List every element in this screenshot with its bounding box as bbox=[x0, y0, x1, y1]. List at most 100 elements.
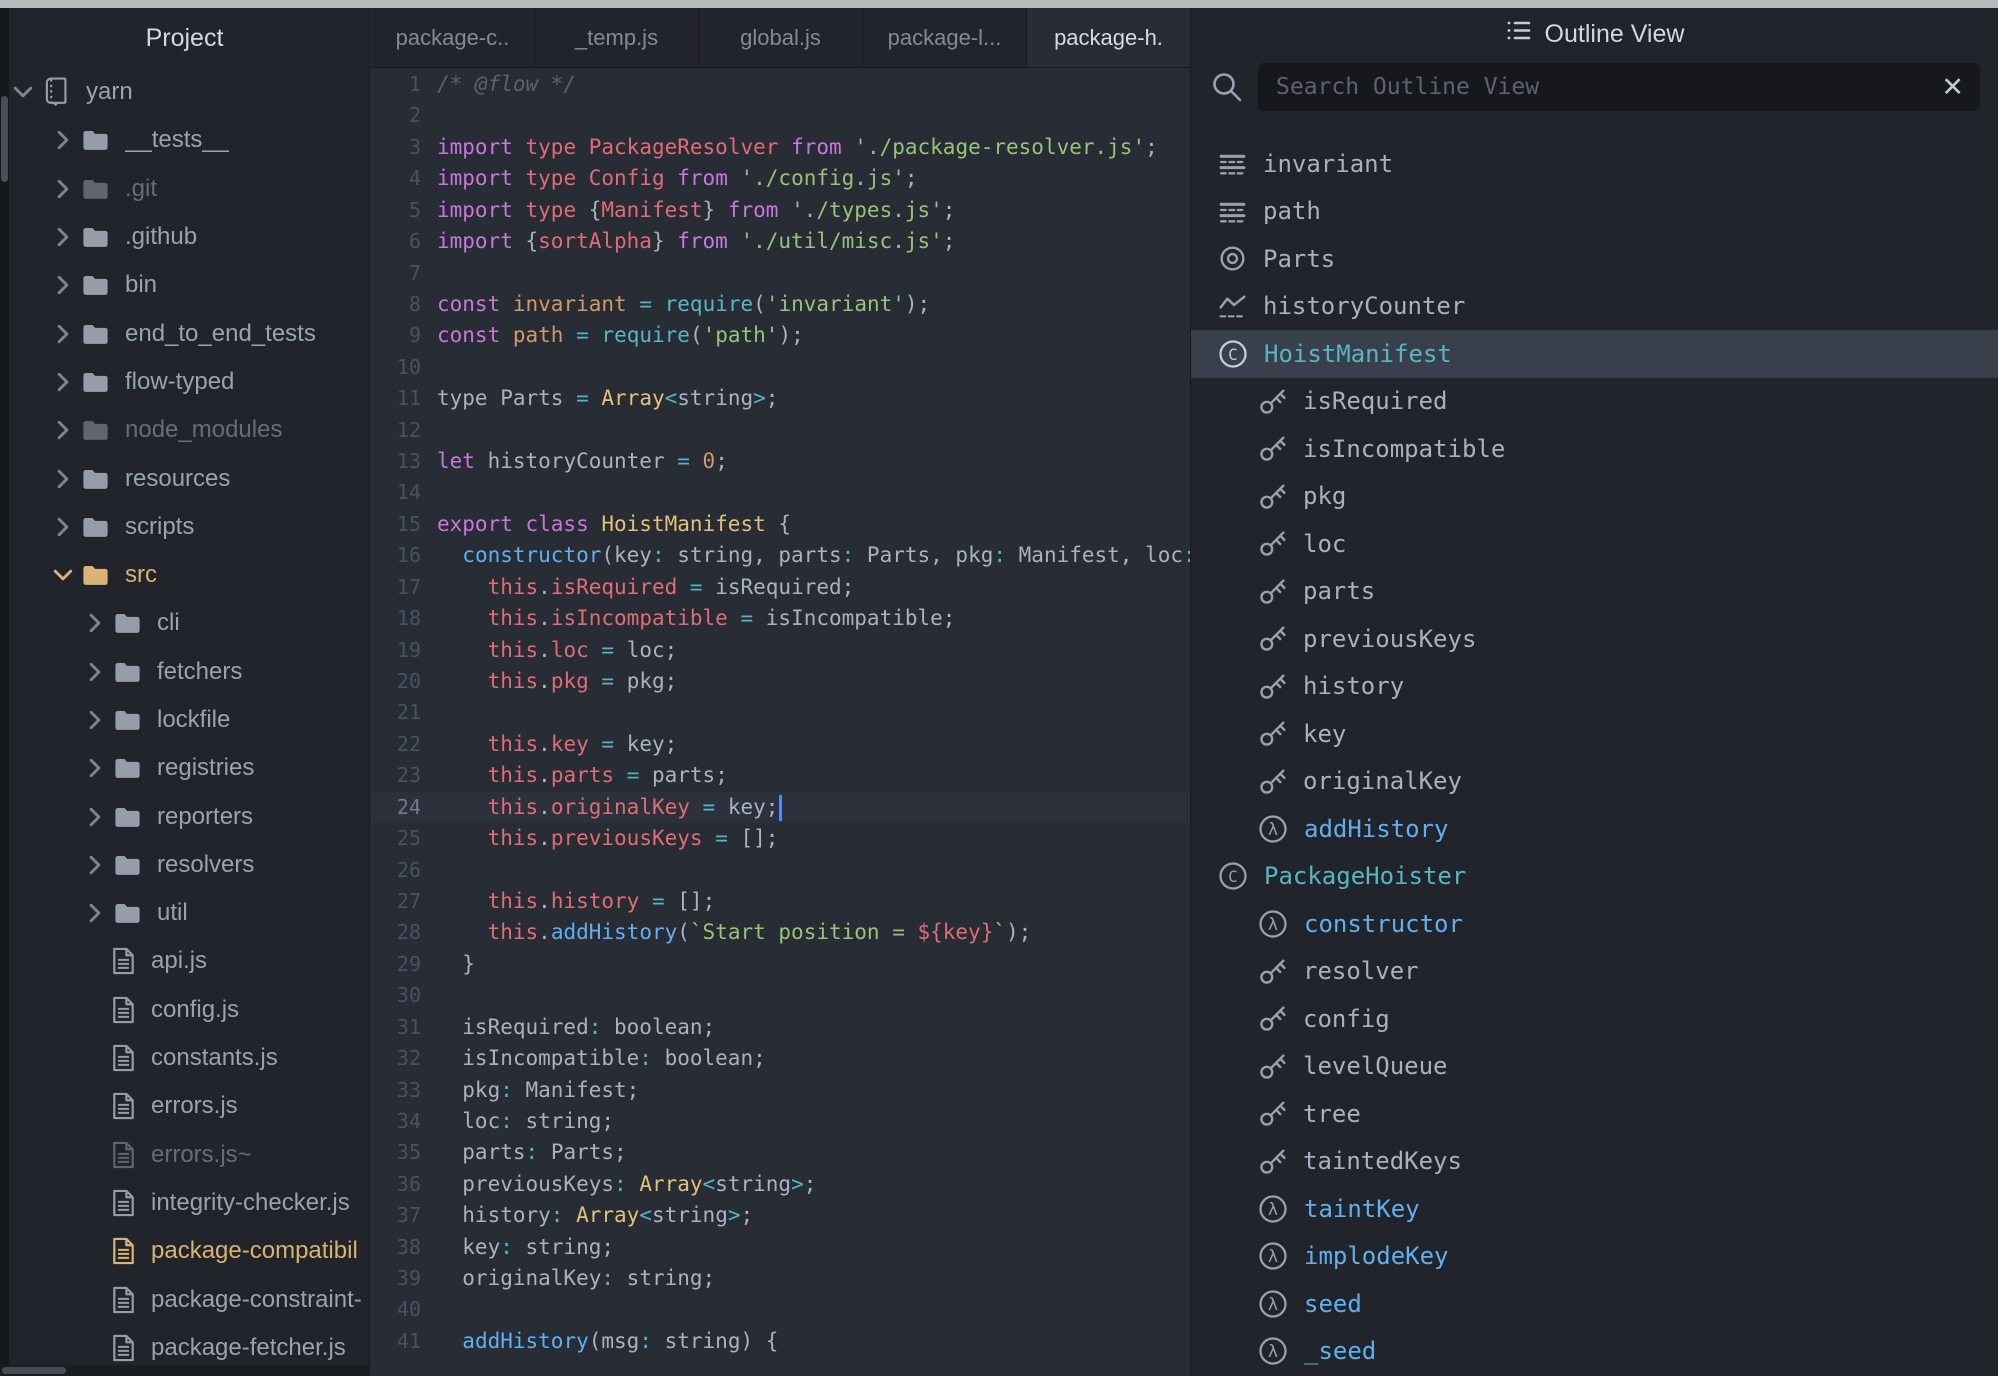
code-line-39[interactable]: 39 originalKey: string; bbox=[371, 1263, 1190, 1294]
outline-item-Parts[interactable]: Parts bbox=[1191, 235, 1998, 283]
outline-item-addHistory[interactable]: λaddHistory bbox=[1191, 805, 1998, 853]
code-line-15[interactable]: 15export class HoistManifest { bbox=[371, 509, 1190, 540]
chevron-right-icon[interactable] bbox=[88, 758, 103, 778]
outline-search-box[interactable]: ✕ bbox=[1258, 63, 1980, 111]
chevron-right-icon[interactable] bbox=[88, 855, 103, 875]
code-line-12[interactable]: 12 bbox=[371, 415, 1190, 446]
code-line-10[interactable]: 10 bbox=[371, 352, 1190, 383]
tree-item-scripts[interactable]: scripts bbox=[0, 503, 369, 551]
code-line-11[interactable]: 11type Parts = Array<string>; bbox=[371, 383, 1190, 414]
chevron-right-icon[interactable] bbox=[56, 227, 71, 247]
tree-item-cli[interactable]: cli bbox=[0, 599, 369, 647]
outline-item-originalKey[interactable]: originalKey bbox=[1191, 758, 1998, 806]
outline-search-input[interactable] bbox=[1274, 73, 1941, 101]
chevron-right-icon[interactable] bbox=[56, 179, 71, 199]
code-line-17[interactable]: 17 this.isRequired = isRequired; bbox=[371, 572, 1190, 603]
tree-horizontal-scrollbar[interactable] bbox=[0, 1365, 369, 1376]
outline-item-historyCounter[interactable]: historyCounter bbox=[1191, 283, 1998, 331]
outline-item-invariant[interactable]: invariant bbox=[1191, 140, 1998, 188]
tree-item-util[interactable]: util bbox=[0, 889, 369, 937]
code-line-38[interactable]: 38 key: string; bbox=[371, 1232, 1190, 1263]
code-line-30[interactable]: 30 bbox=[371, 980, 1190, 1011]
code-line-31[interactable]: 31 isRequired: boolean; bbox=[371, 1012, 1190, 1043]
code-line-37[interactable]: 37 history: Array<string>; bbox=[371, 1200, 1190, 1231]
tree-item-errors.js[interactable]: errors.js bbox=[0, 1082, 369, 1130]
chevron-right-icon[interactable] bbox=[56, 420, 71, 440]
tree-item-api.js[interactable]: api.js bbox=[0, 937, 369, 985]
code-line-22[interactable]: 22 this.key = key; bbox=[371, 729, 1190, 760]
code-line-3[interactable]: 3import type PackageResolver from './pac… bbox=[371, 132, 1190, 163]
code-line-20[interactable]: 20 this.pkg = pkg; bbox=[371, 666, 1190, 697]
tree-item-fetchers[interactable]: fetchers bbox=[0, 648, 369, 696]
tree-item-yarn[interactable]: yarn bbox=[0, 68, 369, 116]
code-line-13[interactable]: 13let historyCounter = 0; bbox=[371, 446, 1190, 477]
outline-item-resolver[interactable]: resolver bbox=[1191, 948, 1998, 996]
chevron-right-icon[interactable] bbox=[56, 517, 71, 537]
tree-item-constants.js[interactable]: constants.js bbox=[0, 1034, 369, 1082]
tree-hscrollbar-thumb[interactable] bbox=[2, 1367, 66, 1374]
outline-item-loc[interactable]: loc bbox=[1191, 520, 1998, 568]
outline-item-taintKey[interactable]: λtaintKey bbox=[1191, 1185, 1998, 1233]
code-line-18[interactable]: 18 this.isIncompatible = isIncompatible; bbox=[371, 603, 1190, 634]
tree-item-.git[interactable]: .git bbox=[0, 165, 369, 213]
code-line-36[interactable]: 36 previousKeys: Array<string>; bbox=[371, 1169, 1190, 1200]
tree-item-.github[interactable]: .github bbox=[0, 213, 369, 261]
tree-item-package-constraint-[interactable]: package-constraint- bbox=[0, 1275, 369, 1323]
code-line-27[interactable]: 27 this.history = []; bbox=[371, 886, 1190, 917]
tree-item-__tests__[interactable]: __tests__ bbox=[0, 116, 369, 164]
code-line-33[interactable]: 33 pkg: Manifest; bbox=[371, 1075, 1190, 1106]
chevron-down-icon[interactable] bbox=[16, 82, 31, 102]
code-line-9[interactable]: 9const path = require('path'); bbox=[371, 320, 1190, 351]
tree-item-config.js[interactable]: config.js bbox=[0, 986, 369, 1034]
tree-item-resources[interactable]: resources bbox=[0, 454, 369, 502]
outline-item-tree[interactable]: tree bbox=[1191, 1090, 1998, 1138]
outline-item-isRequired[interactable]: isRequired bbox=[1191, 378, 1998, 426]
chevron-right-icon[interactable] bbox=[56, 469, 71, 489]
chevron-right-icon[interactable] bbox=[88, 662, 103, 682]
tree-item-errors.js[interactable]: errors.js~ bbox=[0, 1131, 369, 1179]
tab-_temp.js[interactable]: _temp.js bbox=[535, 8, 699, 67]
chevron-right-icon[interactable] bbox=[56, 130, 71, 150]
outline-item-constructor[interactable]: λconstructor bbox=[1191, 900, 1998, 948]
code-line-6[interactable]: 6import {sortAlpha} from './util/misc.js… bbox=[371, 226, 1190, 257]
tree-item-flow-typed[interactable]: flow-typed bbox=[0, 358, 369, 406]
tree-item-end_to_end_tests[interactable]: end_to_end_tests bbox=[0, 309, 369, 357]
outline-item-path[interactable]: path bbox=[1191, 188, 1998, 236]
clear-search-icon[interactable]: ✕ bbox=[1941, 74, 1964, 101]
outline-item-HoistManifest[interactable]: CHoistManifest bbox=[1191, 330, 1998, 378]
chevron-right-icon[interactable] bbox=[88, 710, 103, 730]
outline-item-implodeKey[interactable]: λimplodeKey bbox=[1191, 1233, 1998, 1281]
tree-item-package-compatibil[interactable]: package-compatibil bbox=[0, 1227, 369, 1275]
code-line-21[interactable]: 21 bbox=[371, 697, 1190, 728]
chevron-right-icon[interactable] bbox=[56, 275, 71, 295]
tab-package-c..[interactable]: package-c.. bbox=[371, 8, 535, 67]
tree-item-node_modules[interactable]: node_modules bbox=[0, 406, 369, 454]
code-line-40[interactable]: 40 bbox=[371, 1294, 1190, 1325]
outline-item-config[interactable]: config bbox=[1191, 995, 1998, 1043]
outline-item-history[interactable]: history bbox=[1191, 663, 1998, 711]
code-line-35[interactable]: 35 parts: Parts; bbox=[371, 1137, 1190, 1168]
code-line-29[interactable]: 29 } bbox=[371, 949, 1190, 980]
tree-item-integrity-checker.js[interactable]: integrity-checker.js bbox=[0, 1179, 369, 1227]
tab-package-h.[interactable]: package-h. bbox=[1027, 8, 1190, 67]
chevron-right-icon[interactable] bbox=[56, 372, 71, 392]
outline-item-parts[interactable]: parts bbox=[1191, 568, 1998, 616]
tab-package-l...[interactable]: package-l... bbox=[863, 8, 1027, 67]
code-line-8[interactable]: 8const invariant = require('invariant'); bbox=[371, 289, 1190, 320]
tree-vertical-scrollbar-thumb[interactable] bbox=[1, 96, 8, 182]
tree-item-registries[interactable]: registries bbox=[0, 744, 369, 792]
tree-item-resolvers[interactable]: resolvers bbox=[0, 841, 369, 889]
code-line-23[interactable]: 23 this.parts = parts; bbox=[371, 760, 1190, 791]
outline-item-seed[interactable]: λseed bbox=[1191, 1280, 1998, 1328]
tab-global.js[interactable]: global.js bbox=[699, 8, 863, 67]
chevron-down-icon[interactable] bbox=[56, 565, 71, 585]
outline-item-previousKeys[interactable]: previousKeys bbox=[1191, 615, 1998, 663]
code-line-34[interactable]: 34 loc: string; bbox=[371, 1106, 1190, 1137]
code-line-32[interactable]: 32 isIncompatible: boolean; bbox=[371, 1043, 1190, 1074]
tree-item-src[interactable]: src bbox=[0, 551, 369, 599]
chevron-right-icon[interactable] bbox=[56, 324, 71, 344]
outline-item-pkg[interactable]: pkg bbox=[1191, 473, 1998, 521]
outline-item-levelQueue[interactable]: levelQueue bbox=[1191, 1043, 1998, 1091]
code-line-24[interactable]: 24 this.originalKey = key; bbox=[371, 792, 1190, 823]
outline-item-key[interactable]: key bbox=[1191, 710, 1998, 758]
